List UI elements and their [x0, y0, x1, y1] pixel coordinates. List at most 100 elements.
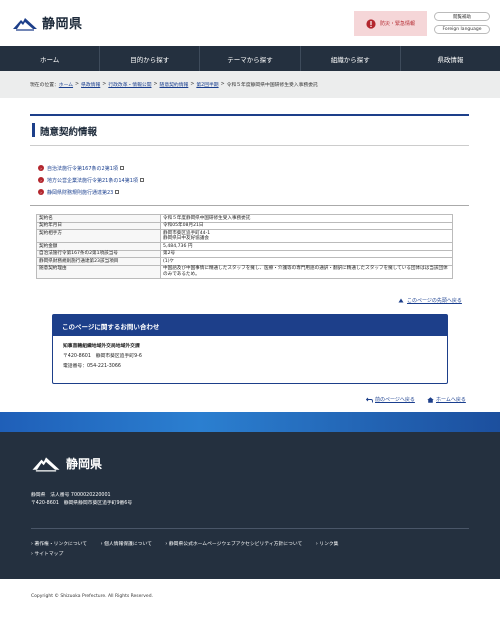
foreign-language-button[interactable]: Foreign language	[434, 25, 490, 34]
page-title: 随意契約情報	[40, 127, 98, 138]
law-link-list: › 自治法施行令第167条の2第1項 › 地方公営企業法施行令第21条の14第1…	[38, 162, 144, 198]
footer-link-label: 個人情報保護について	[104, 542, 152, 547]
corporate-number: 静岡県 法人番号 7000020220001	[31, 493, 111, 498]
table-value: 第2号	[160, 249, 453, 258]
breadcrumb-separator: >	[102, 82, 107, 87]
nav-item-home[interactable]: ホーム	[0, 46, 101, 71]
breadcrumb: 現在の位置： ホーム > 県政情報 > 行政改革・情報公開 > 随意契約情報 >…	[0, 71, 500, 98]
divider	[30, 205, 469, 206]
table-key: 自治法施行令第167条の2第1項該当号	[36, 249, 161, 258]
breadcrumb-separator: >	[75, 82, 80, 87]
breadcrumb-prefix: 現在の位置：	[30, 83, 59, 88]
footer-link-copyright[interactable]: › 著作権・リンクについて	[31, 542, 87, 547]
footer-link-label: リンク集	[319, 542, 339, 547]
breadcrumb-separator: >	[190, 82, 195, 87]
site-footer: 静岡県 静岡県 法人番号 7000020220001 〒420-8601 静岡県…	[0, 432, 500, 579]
contact-heading: このページに関するお問い合わせ	[53, 315, 447, 336]
contract-info-table: 契約名 令和５年度静岡県中国研修生受入事務委託 契約年月日 令和05年08月21…	[36, 214, 453, 279]
site-header: 静岡県 防災・緊急情報 閲覧補助 Foreign language	[0, 0, 500, 46]
copyright: Copyright © Shizuoka Prefecture. All Rig…	[31, 594, 153, 599]
breadcrumb-prefectural-info[interactable]: 県政情報	[81, 81, 100, 88]
law-link[interactable]: 自治法施行令第167条の2第1項	[47, 165, 118, 172]
triangle-up-icon	[398, 298, 404, 303]
viewing-assist-button[interactable]: 閲覧補助	[434, 12, 490, 21]
list-item: › 地方公営企業法施行令第21条の14第1項	[38, 174, 144, 186]
table-value: 中国語及び中国事情に精通したスタッフを擁し、医療・介護等の専門用語の通訳・翻訳に…	[160, 264, 453, 279]
home-link[interactable]: ホームへ戻る	[427, 396, 466, 403]
emergency-label: 防災・緊急情報	[379, 21, 415, 27]
contact-address: 〒420-8601 静岡市葵区追手町9-6	[63, 354, 142, 359]
table-value: 静岡市葵区追手町44-1 静岡県日中友好協議会	[160, 229, 453, 243]
external-link-icon	[139, 178, 144, 182]
site-logo[interactable]: 静岡県	[12, 13, 83, 32]
table-value: (1)ケ	[160, 257, 453, 266]
table-row: 契約年月日 令和05年08月21日	[36, 221, 453, 230]
table-row: 随意契約理由 中国語及び中国事情に精通したスタッフを擁し、医療・介護等の専門用語…	[36, 264, 453, 279]
footer-link-privacy[interactable]: › 個人情報保護について	[101, 542, 152, 547]
table-key: 契約相手方	[36, 229, 161, 243]
contact-box: このページに関するお問い合わせ 知事直轄組織地域外交局地域外交課 〒420-86…	[52, 314, 448, 384]
table-row: 契約相手方 静岡市葵区追手町44-1 静岡県日中友好協議会	[36, 229, 453, 243]
external-link-icon	[119, 166, 124, 170]
nav-item-organization[interactable]: 組織から探す	[301, 46, 401, 71]
footer-address: 〒420-8601 静岡県静岡市葵区追手町9番6号	[31, 501, 133, 506]
table-key: 契約金額	[36, 242, 161, 251]
logo-text: 静岡県	[42, 17, 83, 32]
external-link-icon	[115, 190, 120, 194]
footer-link-label: 静岡県公式ホームページウェブアクセシビリティ方針について	[168, 542, 303, 547]
footer-logo-text: 静岡県	[66, 456, 103, 471]
page-top-label: このページの先頭へ戻る	[407, 298, 462, 304]
emergency-info-button[interactable]: 防災・緊急情報	[354, 11, 427, 36]
list-item: › 静岡県財務規則施行通達第23	[38, 186, 144, 198]
home-icon	[427, 396, 434, 403]
footer-stripe	[0, 412, 500, 432]
mount-fuji-logo-icon	[32, 457, 60, 472]
list-item: › 自治法施行令第167条の2第1項	[38, 162, 144, 174]
contact-phone: 電話番号：054-221-3066	[63, 364, 121, 369]
table-row: 静岡県財務規則施行通達第23該当項目 (1)ケ	[36, 257, 453, 266]
breadcrumb-home[interactable]: ホーム	[59, 81, 73, 88]
footer-link-links[interactable]: › リンク集	[316, 542, 339, 547]
table-key: 随意契約理由	[36, 264, 161, 279]
footer-address-block: 静岡県 法人番号 7000020220001 〒420-8601 静岡県静岡市葵…	[31, 492, 132, 508]
table-row: 契約名 令和５年度静岡県中国研修生受入事務委託	[36, 214, 453, 223]
back-arrow-icon	[366, 397, 373, 402]
contact-org: 知事直轄組織地域外交局地域外交課	[63, 344, 140, 349]
breadcrumb-private-contract[interactable]: 随意契約情報	[160, 81, 189, 88]
table-key: 契約名	[36, 214, 161, 223]
table-key: 静岡県財務規則施行通達第23該当項目	[36, 257, 161, 266]
mount-fuji-logo-icon	[13, 17, 37, 31]
contact-body: 知事直轄組織地域外交局地域外交課 〒420-8601 静岡市葵区追手町9-6 電…	[53, 336, 447, 378]
breadcrumb-separator: >	[153, 82, 158, 87]
page-top-link[interactable]: このページの先頭へ戻る	[398, 297, 462, 304]
home-label: ホームへ戻る	[436, 397, 466, 403]
title-accent-bar	[32, 123, 35, 137]
footer-link-accessibility[interactable]: › 静岡県公式ホームページウェブアクセシビリティ方針について	[165, 542, 302, 547]
nav-item-purpose[interactable]: 目的から探す	[100, 46, 201, 71]
breadcrumb-admin-reform[interactable]: 行政改革・情報公開	[108, 81, 151, 88]
nav-item-theme[interactable]: テーマから探す	[200, 46, 301, 71]
nav-item-prefectural-info[interactable]: 県政情報	[401, 46, 500, 71]
law-link[interactable]: 地方公営企業法施行令第21条の14第1項	[47, 177, 138, 184]
table-key: 契約年月日	[36, 221, 161, 230]
table-value: 令和05年08月21日	[160, 221, 453, 230]
arrow-right-icon: ›	[38, 165, 44, 171]
table-row: 自治法施行令第167条の2第1項該当号 第2号	[36, 249, 453, 258]
footer-link-sitemap[interactable]: › サイトマップ	[31, 552, 63, 557]
back-link[interactable]: 前のページへ戻る	[366, 396, 415, 403]
footer-divider	[31, 528, 469, 529]
alert-icon	[366, 18, 376, 29]
footer-link-label: サイトマップ	[34, 552, 64, 557]
table-value: 5,484,736 円	[160, 242, 453, 251]
footer-link-label: 著作権・リンクについて	[34, 542, 88, 547]
page-title-block: 随意契約情報	[30, 114, 469, 146]
breadcrumb-second-half[interactable]: 第2回半期	[196, 81, 218, 88]
breadcrumb-current: 令和５年度静岡県中国研修生受入事務委託	[226, 83, 318, 88]
law-link[interactable]: 静岡県財務規則施行通達第23	[47, 189, 113, 196]
footer-links: › 著作権・リンクについて › 個人情報保護について › 静岡県公式ホームページ…	[31, 540, 350, 560]
back-label: 前のページへ戻る	[375, 397, 415, 403]
breadcrumb-separator: >	[220, 82, 225, 87]
arrow-right-icon: ›	[38, 189, 44, 195]
arrow-right-icon: ›	[38, 177, 44, 183]
footer-logo[interactable]: 静岡県	[31, 454, 102, 472]
